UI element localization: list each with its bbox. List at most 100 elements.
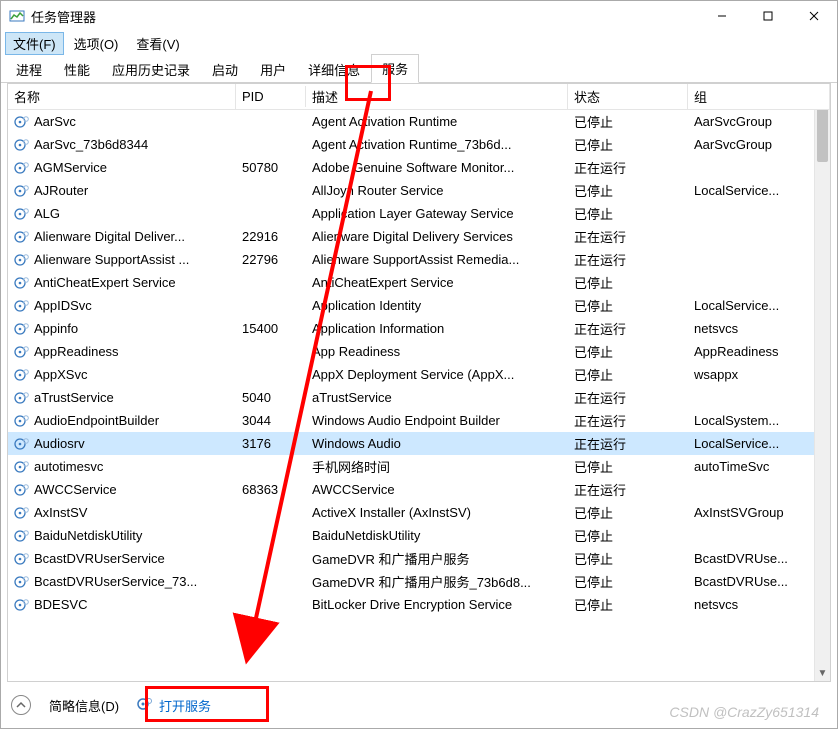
service-desc: AppX Deployment Service (AppX... <box>306 364 568 385</box>
service-row[interactable]: aTrustService5040aTrustService正在运行 <box>8 386 814 409</box>
service-desc: 手机网络时间 <box>306 454 568 479</box>
task-manager-window: 任务管理器 文件(F) 选项(O) 查看(V) 进程 性能 应用历史记录 启动 … <box>0 0 838 729</box>
service-pid <box>236 303 306 309</box>
service-group: BcastDVRUse... <box>688 548 814 569</box>
service-icon <box>14 482 30 498</box>
menu-file[interactable]: 文件(F) <box>5 32 64 55</box>
tab-processes[interactable]: 进程 <box>5 55 53 83</box>
service-pid: 15400 <box>236 318 306 339</box>
scroll-thumb[interactable] <box>817 102 828 162</box>
service-group: LocalService... <box>688 180 814 201</box>
tab-services[interactable]: 服务 <box>371 54 419 83</box>
service-group <box>688 234 814 240</box>
service-status: 正在运行 <box>568 408 688 433</box>
window-title: 任务管理器 <box>31 7 96 26</box>
tab-users[interactable]: 用户 <box>249 55 297 83</box>
service-row[interactable]: Audiosrv3176Windows Audio正在运行LocalServic… <box>8 432 814 455</box>
col-desc-header[interactable]: 描述 <box>306 84 568 109</box>
service-status: 已停止 <box>568 270 688 295</box>
service-row[interactable]: AppXSvcAppX Deployment Service (AppX...已… <box>8 363 814 386</box>
service-group: netsvcs <box>688 318 814 339</box>
tab-startup[interactable]: 启动 <box>201 55 249 83</box>
service-group <box>688 533 814 539</box>
service-row[interactable]: Alienware Digital Deliver...22916Alienwa… <box>8 225 814 248</box>
column-headers: 名称 PID 描述 状态 组 <box>8 84 830 110</box>
service-desc: BaiduNetdiskUtility <box>306 525 568 546</box>
tab-performance[interactable]: 性能 <box>53 55 101 83</box>
service-desc: AllJoyn Router Service <box>306 180 568 201</box>
service-name: AJRouter <box>34 183 88 198</box>
col-status-header[interactable]: 状态 <box>568 84 688 109</box>
service-row[interactable]: AJRouterAllJoyn Router Service已停止LocalSe… <box>8 179 814 202</box>
service-row[interactable]: AppReadinessApp Readiness已停止AppReadiness <box>8 340 814 363</box>
service-row[interactable]: Appinfo15400Application Information正在运行n… <box>8 317 814 340</box>
service-row[interactable]: AarSvcAgent Activation Runtime已停止AarSvcG… <box>8 110 814 133</box>
service-row[interactable]: autotimesvc手机网络时间已停止autoTimeSvc <box>8 455 814 478</box>
service-name: autotimesvc <box>34 459 103 474</box>
service-pid <box>236 372 306 378</box>
service-row[interactable]: AWCCService68363AWCCService正在运行 <box>8 478 814 501</box>
service-icon <box>14 160 30 176</box>
service-icon <box>14 321 30 337</box>
service-icon <box>14 436 30 452</box>
service-icon <box>14 298 30 314</box>
services-list[interactable]: AarSvcAgent Activation Runtime已停止AarSvcG… <box>8 110 814 681</box>
service-pid: 3176 <box>236 433 306 454</box>
service-row[interactable]: AppIDSvcApplication Identity已停止LocalServ… <box>8 294 814 317</box>
col-group-header[interactable]: 组 <box>688 84 830 109</box>
service-row[interactable]: AudioEndpointBuilder3044Windows Audio En… <box>8 409 814 432</box>
service-desc: App Readiness <box>306 341 568 362</box>
menubar: 文件(F) 选项(O) 查看(V) <box>1 31 837 55</box>
service-row[interactable]: AxInstSVActiveX Installer (AxInstSV)已停止A… <box>8 501 814 524</box>
service-row[interactable]: AGMService50780Adobe Genuine Software Mo… <box>8 156 814 179</box>
open-services-link[interactable]: 打开服务 <box>137 696 211 715</box>
scroll-down-arrow[interactable]: ▼ <box>815 665 830 681</box>
service-row[interactable]: AarSvc_73b6d8344Agent Activation Runtime… <box>8 133 814 156</box>
service-name: BDESVC <box>34 597 87 612</box>
service-group: AarSvcGroup <box>688 134 814 155</box>
service-group: netsvcs <box>688 594 814 615</box>
menu-view[interactable]: 查看(V) <box>128 32 187 55</box>
tab-details[interactable]: 详细信息 <box>297 55 371 83</box>
vertical-scrollbar[interactable]: ▲ ▼ <box>814 84 830 681</box>
tab-app-history[interactable]: 应用历史记录 <box>101 55 201 83</box>
service-desc: Alienware SupportAssist Remedia... <box>306 249 568 270</box>
service-name: AppReadiness <box>34 344 119 359</box>
service-group: wsappx <box>688 364 814 385</box>
service-name: Alienware SupportAssist ... <box>34 252 189 267</box>
fewer-details-toggle[interactable] <box>11 695 31 715</box>
service-group: autoTimeSvc <box>688 456 814 477</box>
service-row[interactable]: ALGApplication Layer Gateway Service已停止 <box>8 202 814 225</box>
service-desc: BitLocker Drive Encryption Service <box>306 594 568 615</box>
service-desc: Agent Activation Runtime_73b6d... <box>306 134 568 155</box>
col-pid-header[interactable]: PID <box>236 86 306 107</box>
service-group <box>688 280 814 286</box>
service-name: AxInstSV <box>34 505 87 520</box>
service-row[interactable]: BcastDVRUserServiceGameDVR 和广播用户服务已停止Bca… <box>8 547 814 570</box>
service-row[interactable]: BcastDVRUserService_73...GameDVR 和广播用户服务… <box>8 570 814 593</box>
service-desc: Alienware Digital Delivery Services <box>306 226 568 247</box>
maximize-button[interactable] <box>745 1 791 31</box>
col-name-header[interactable]: 名称 <box>8 84 236 109</box>
close-button[interactable] <box>791 1 837 31</box>
service-icon <box>14 367 30 383</box>
service-icon <box>14 344 30 360</box>
service-status: 正在运行 <box>568 385 688 410</box>
open-services-text[interactable]: 打开服务 <box>159 696 211 715</box>
service-status: 正在运行 <box>568 155 688 180</box>
service-row[interactable]: BDESVC BitLocker Drive Encryption Service… <box>8 593 814 616</box>
service-pid <box>236 142 306 148</box>
service-desc: ActiveX Installer (AxInstSV) <box>306 502 568 523</box>
service-pid: 22916 <box>236 226 306 247</box>
service-name: AudioEndpointBuilder <box>34 413 159 428</box>
service-status: 已停止 <box>568 293 688 318</box>
fewer-details-label[interactable]: 简略信息(D) <box>49 696 119 715</box>
service-pid: 22796 <box>236 249 306 270</box>
service-row[interactable]: Alienware SupportAssist ... 22796Alienwar… <box>8 248 814 271</box>
service-row[interactable]: BaiduNetdiskUtilityBaiduNetdiskUtility已停… <box>8 524 814 547</box>
service-name: AWCCService <box>34 482 117 497</box>
minimize-button[interactable] <box>699 1 745 31</box>
menu-options[interactable]: 选项(O) <box>66 32 127 55</box>
service-row[interactable]: AntiCheatExpert ServiceAntiCheatExpert S… <box>8 271 814 294</box>
service-status: 正在运行 <box>568 477 688 502</box>
